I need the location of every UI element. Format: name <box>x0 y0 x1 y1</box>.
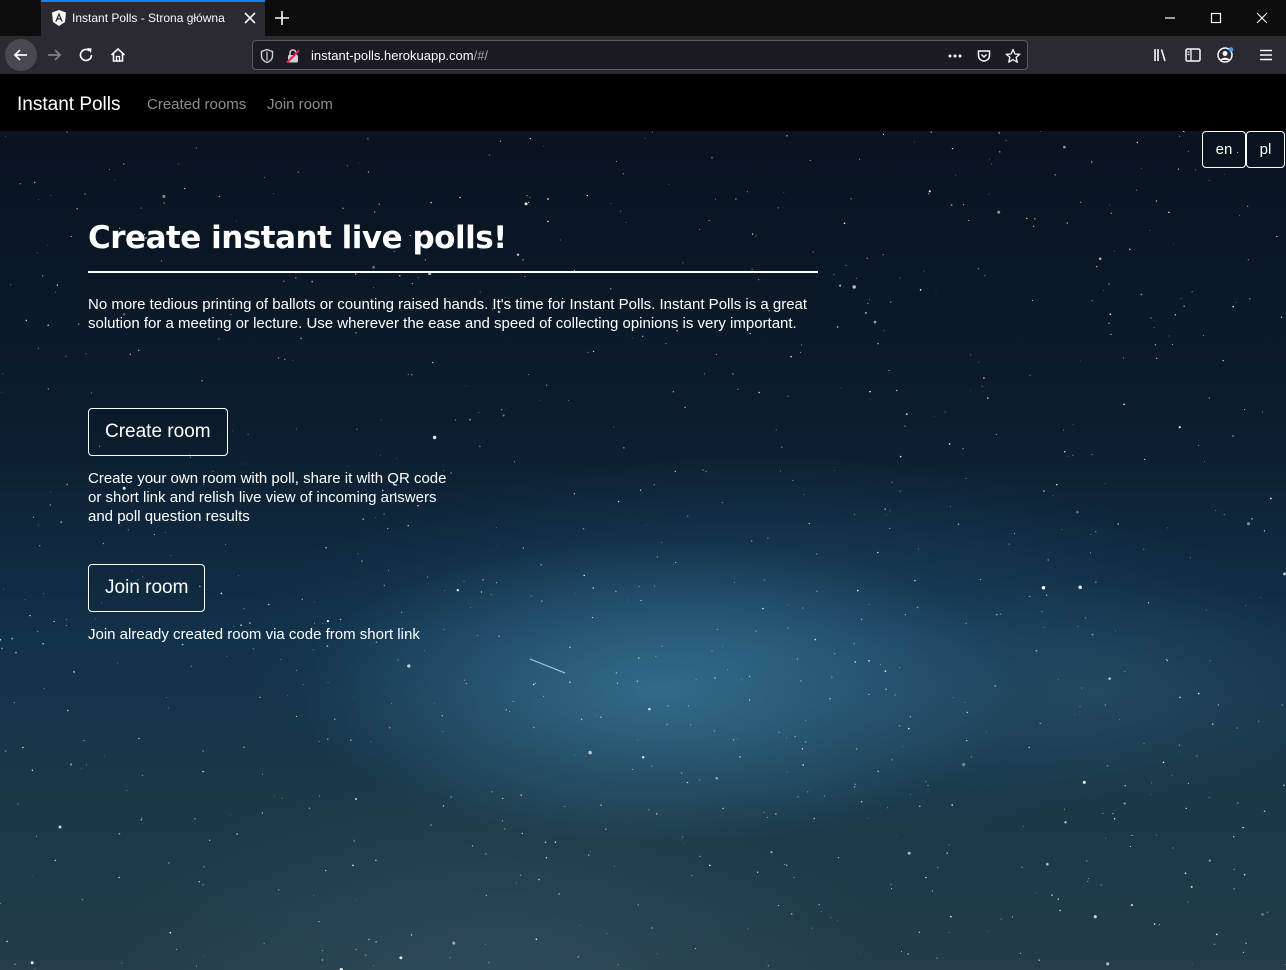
account-icon <box>1217 47 1234 63</box>
home-icon <box>110 47 126 62</box>
pocket-icon[interactable] <box>976 48 992 64</box>
url-bar[interactable]: instant-polls.herokuapp.com/#/ <box>252 40 1028 70</box>
create-room-description: Create your own room with poll, share it… <box>88 470 447 525</box>
lang-pl-button[interactable]: pl <box>1246 131 1285 168</box>
join-room-button[interactable]: Join room <box>88 564 206 612</box>
reload-button[interactable] <box>72 41 100 69</box>
account-button[interactable] <box>1211 41 1239 69</box>
home-button[interactable] <box>104 41 132 69</box>
reload-icon <box>79 48 93 62</box>
menu-icon <box>1260 49 1272 61</box>
intro-text: No more tedious printing of ballots or c… <box>88 296 808 332</box>
nav-join-room[interactable]: Join room <box>267 96 333 113</box>
url-host: instant-polls.herokuapp.com <box>311 48 474 63</box>
title-divider <box>88 271 818 273</box>
library-icon <box>1154 49 1166 62</box>
hero-section: en pl Create instant live polls! No more… <box>0 131 1286 970</box>
browser-toolbar: instant-polls.herokuapp.com/#/ <box>0 36 1286 74</box>
lang-en-button[interactable]: en <box>1202 131 1246 168</box>
back-icon <box>13 49 27 61</box>
close-tab-icon[interactable] <box>243 11 257 25</box>
new-tab-icon[interactable] <box>272 8 292 28</box>
library-button[interactable] <box>1147 41 1175 69</box>
site-navbar: Instant Polls Created rooms Join room <box>0 74 1286 132</box>
shield-icon[interactable] <box>259 48 275 64</box>
url-path: /#/ <box>473 48 489 63</box>
back-button[interactable] <box>5 39 37 71</box>
main-content: Create instant live polls! No more tedio… <box>88 219 818 333</box>
minimize-icon[interactable] <box>1162 10 1178 26</box>
url-text: instant-polls.herokuapp.com/#/ <box>311 48 488 63</box>
close-window-icon[interactable] <box>1254 10 1270 26</box>
maximize-icon[interactable] <box>1208 10 1224 26</box>
more-icon[interactable] <box>947 48 963 64</box>
menu-button[interactable] <box>1252 41 1280 69</box>
create-room-button[interactable]: Create room <box>88 408 228 456</box>
brand-logo[interactable]: Instant Polls <box>17 94 121 116</box>
page-title: Create instant live polls! <box>88 220 507 256</box>
angular-favicon-icon <box>52 10 66 26</box>
forward-icon <box>48 49 62 61</box>
sidebar-icon <box>1185 48 1201 62</box>
join-room-description: Join already created room via code from … <box>88 626 420 643</box>
forward-button[interactable] <box>40 41 68 69</box>
browser-tab[interactable]: Instant Polls - Strona główna <box>41 0 265 36</box>
bookmark-star-icon[interactable] <box>1005 48 1021 64</box>
browser-tab-strip: Instant Polls - Strona główna <box>0 0 1286 36</box>
sidebar-button[interactable] <box>1179 41 1207 69</box>
tab-title: Instant Polls - Strona główna <box>72 11 225 25</box>
insecure-lock-icon[interactable] <box>285 48 301 64</box>
nav-created-rooms[interactable]: Created rooms <box>147 96 246 113</box>
